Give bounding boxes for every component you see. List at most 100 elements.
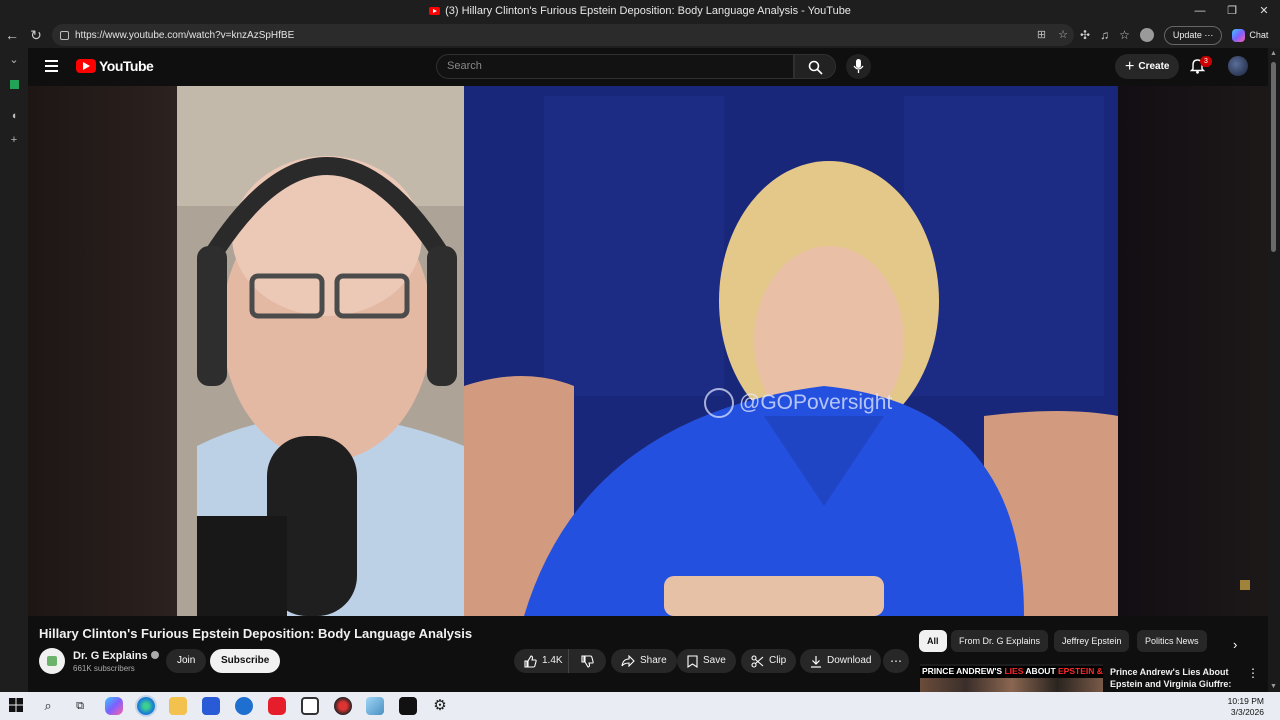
- menu-icon[interactable]: [45, 60, 58, 72]
- clip-button[interactable]: Clip: [741, 649, 797, 673]
- save-label: Save: [703, 655, 726, 666]
- youtube-logo[interactable]: YouTube: [76, 58, 154, 74]
- add-icon[interactable]: +: [0, 128, 28, 152]
- notepad-icon[interactable]: [366, 697, 384, 715]
- scissors-icon: [751, 654, 764, 668]
- outlook-icon[interactable]: [235, 697, 253, 715]
- youtube-header: YouTube Search + Create 3: [28, 48, 1268, 86]
- voice-search-button[interactable]: [846, 54, 871, 79]
- speaker-icon[interactable]: ◖: [0, 104, 28, 128]
- commentator-figure: [177, 86, 464, 616]
- sidebar-app-icon[interactable]: [0, 80, 28, 104]
- search-button[interactable]: [794, 54, 836, 79]
- like-button[interactable]: 1.4K: [514, 649, 571, 673]
- notification-count-badge: 3: [1200, 56, 1212, 67]
- window-title-bar: (3) Hillary Clinton's Furious Epstein De…: [0, 0, 1280, 22]
- copilot-chat-button[interactable]: Chat: [1232, 28, 1269, 42]
- youtube-logo-text: YouTube: [99, 58, 154, 74]
- system-clock[interactable]: 10:19 PM 3/3/2026: [1228, 696, 1264, 718]
- chat-label: Chat: [1249, 30, 1269, 40]
- youtube-favicon-icon: [429, 7, 441, 15]
- page-scrollbar[interactable]: ▲ ▼: [1268, 48, 1280, 692]
- channel-name[interactable]: Dr. G Explains: [73, 650, 159, 662]
- window-controls: — ❐ ✕: [1184, 0, 1280, 22]
- favorite-star-icon[interactable]: ☆: [1058, 24, 1068, 46]
- back-arrow-icon[interactable]: ←: [0, 27, 24, 43]
- youtube-app-icon[interactable]: [268, 697, 286, 715]
- copilot-taskbar-icon[interactable]: [105, 697, 123, 715]
- scrollbar-thumb[interactable]: [1271, 62, 1276, 252]
- search-icon: [808, 60, 823, 75]
- edge-browser-icon[interactable]: [137, 697, 155, 715]
- chip-jeffrey-epstein[interactable]: Jeffrey Epstein: [1054, 630, 1130, 652]
- browser-tools: ✣ ♫ ☆ Update ⋯ Chat: [1080, 22, 1268, 48]
- channel-name-text: Dr. G Explains: [73, 650, 148, 662]
- video-blur-right: [1118, 86, 1268, 616]
- download-button[interactable]: Download: [800, 649, 882, 673]
- chip-all[interactable]: All: [919, 630, 947, 652]
- commentator-webcam-frame: [177, 86, 464, 616]
- capcut-icon[interactable]: [399, 697, 417, 715]
- app-available-icon[interactable]: ⊞: [1037, 24, 1046, 46]
- file-explorer-icon[interactable]: [169, 697, 187, 715]
- close-button[interactable]: ✕: [1248, 0, 1280, 22]
- save-button[interactable]: Save: [677, 649, 736, 673]
- related-video-thumbnail[interactable]: PRINCE ANDREW'S LIES ABOUT EPSTEIN & VIR…: [920, 664, 1103, 692]
- media-icon[interactable]: ♫: [1100, 28, 1109, 42]
- clock-time: 10:19 PM: [1227, 696, 1264, 706]
- account-avatar[interactable]: [1228, 56, 1248, 76]
- refresh-icon[interactable]: ↻: [24, 27, 48, 44]
- search-input[interactable]: Search: [436, 54, 794, 79]
- app-icon-square[interactable]: [301, 697, 319, 715]
- clip-label: Clip: [769, 655, 787, 666]
- restore-button[interactable]: ❐: [1216, 0, 1248, 22]
- store-icon[interactable]: [202, 697, 220, 715]
- join-button[interactable]: Join: [166, 649, 207, 673]
- collapse-chevron-icon[interactable]: ⌄: [0, 48, 28, 72]
- youtube-play-icon: [76, 59, 96, 73]
- chevron-right-icon[interactable]: ›: [1233, 637, 1237, 652]
- oversight-seal-icon: [704, 388, 734, 418]
- microphone-icon: [853, 59, 864, 73]
- start-windows-icon[interactable]: [8, 697, 26, 715]
- favorites-icon[interactable]: ☆: [1119, 28, 1130, 42]
- taskbar-search-icon[interactable]: ⌕: [39, 697, 57, 715]
- window-title: (3) Hillary Clinton's Furious Epstein De…: [445, 5, 851, 17]
- settings-gear-icon[interactable]: ⚙: [431, 697, 449, 715]
- create-button[interactable]: + Create: [1115, 54, 1180, 79]
- related-menu-icon[interactable]: ⋮: [1247, 666, 1259, 680]
- scroll-up-icon[interactable]: ▲: [1270, 50, 1277, 57]
- thumbnail-image: [920, 678, 1103, 692]
- chip-from-channel[interactable]: From Dr. G Explains: [951, 630, 1049, 652]
- app-icon-red-circle[interactable]: [334, 697, 352, 715]
- channel-avatar[interactable]: [39, 648, 65, 674]
- update-button[interactable]: Update ⋯: [1163, 25, 1223, 45]
- more-actions-button[interactable]: ⋯: [883, 649, 909, 673]
- extensions-icon[interactable]: ✣: [1080, 28, 1090, 42]
- share-label: Share: [640, 655, 667, 666]
- copilot-icon: [1232, 28, 1246, 42]
- video-watermark: @GOPoversight: [704, 388, 892, 418]
- thumbnail-caption: PRINCE ANDREW'S LIES ABOUT EPSTEIN & VIR…: [920, 666, 1103, 678]
- video-player[interactable]: @GOPoversight: [28, 86, 1268, 616]
- subscribe-button[interactable]: Subscribe: [210, 649, 281, 673]
- bookmark-icon: [687, 654, 698, 668]
- share-arrow-icon: [621, 655, 635, 667]
- share-button[interactable]: Share: [611, 649, 677, 673]
- clock-date: 3/3/2026: [1230, 707, 1264, 717]
- dislike-button[interactable]: [568, 649, 606, 673]
- verified-badge-icon: [150, 651, 159, 659]
- chip-politics-news[interactable]: Politics News: [1137, 630, 1207, 652]
- scroll-down-icon[interactable]: ▼: [1270, 683, 1277, 690]
- address-bar[interactable]: https://www.youtube.com/watch?v=knzAzSpH…: [52, 24, 1074, 46]
- download-label: Download: [827, 655, 872, 666]
- profile-avatar[interactable]: [1139, 28, 1154, 42]
- create-label: Create: [1138, 61, 1170, 72]
- video-blur-left: [28, 86, 177, 616]
- minimize-button[interactable]: —: [1184, 0, 1216, 22]
- watermark-text: @GOPoversight: [739, 391, 893, 414]
- update-label: Update: [1172, 29, 1202, 40]
- windows-taskbar: ⌕ ⧉ ⚙ 10:19 PM 3/3/2026: [0, 692, 1280, 720]
- task-view-icon[interactable]: ⧉: [71, 697, 89, 715]
- browser-sidebar: ⌄ ◖ +: [0, 48, 28, 692]
